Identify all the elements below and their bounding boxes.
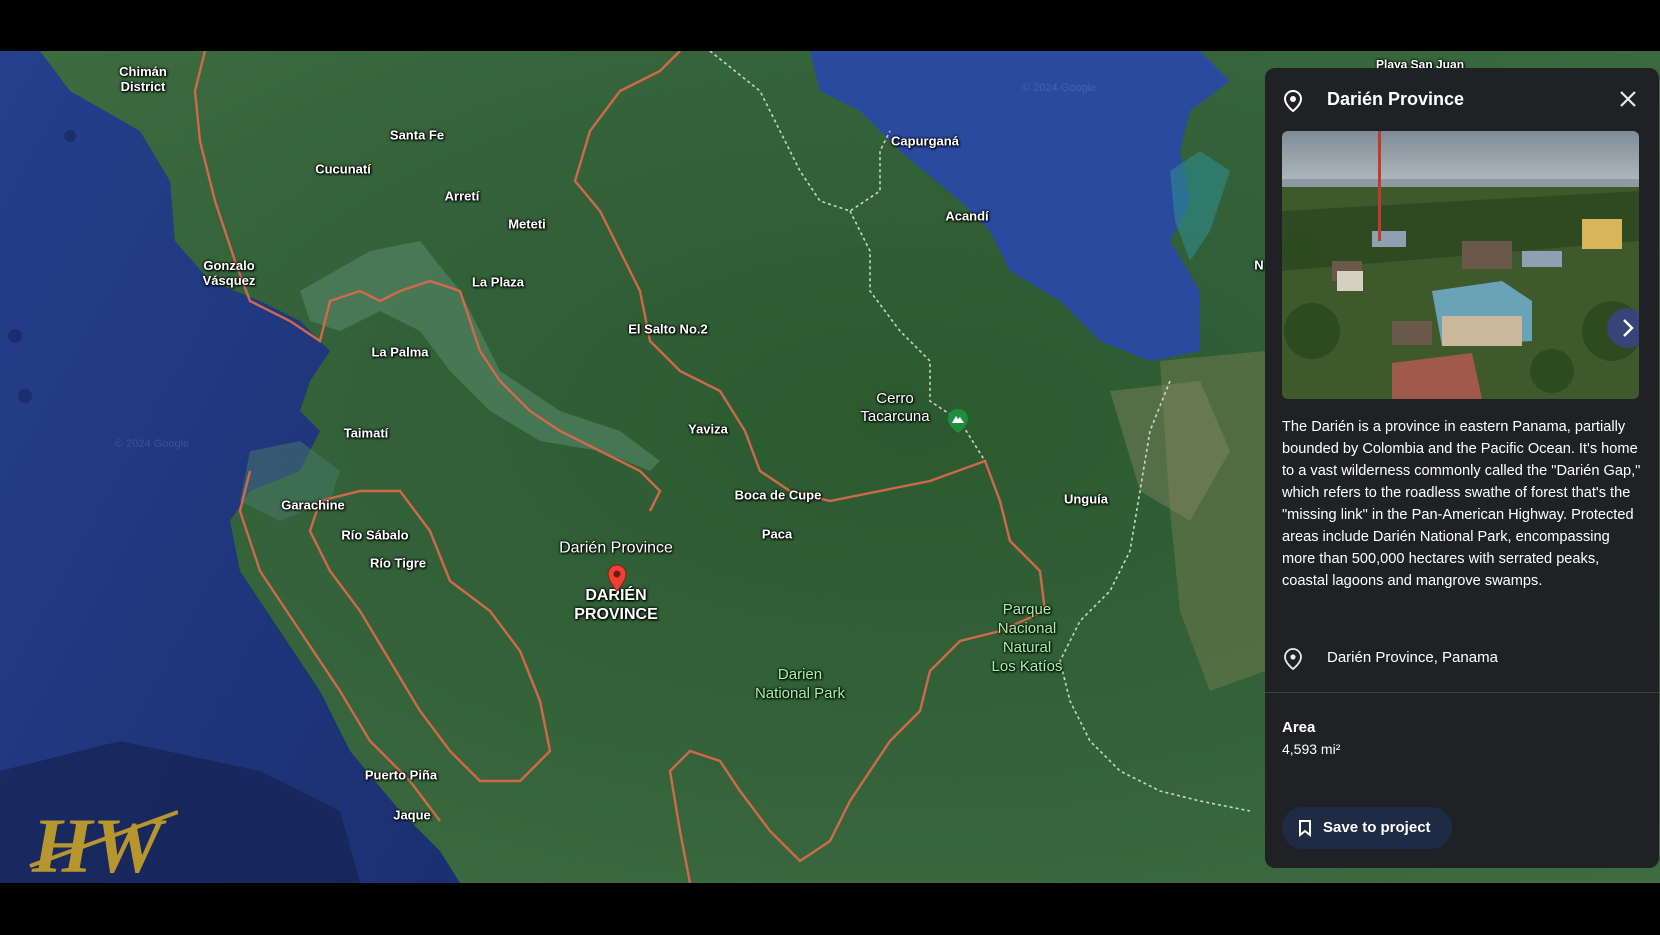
label-chiman-district: Chimán District — [119, 64, 167, 94]
panel-title: Darién Province — [1327, 89, 1465, 109]
area-value: 4,593 mi² — [1282, 741, 1341, 757]
place-location[interactable]: Darién Province, Panama — [1327, 649, 1498, 666]
label-cucunati: Cucunatí — [315, 161, 371, 177]
label-yaviza: Yaviza — [688, 421, 728, 437]
label-darien-province: Darién Province — [559, 539, 673, 557]
next-photo-button[interactable] — [1607, 308, 1639, 348]
photo-image — [1282, 131, 1639, 399]
place-info-panel: Darién Province The Darién is a province… — [1265, 68, 1659, 868]
label-santa-fe: Santa Fe — [389, 127, 445, 143]
hw-logo: HW — [29, 806, 178, 878]
close-icon[interactable] — [1617, 88, 1639, 110]
save-to-project-label: Save to project — [1323, 819, 1431, 836]
label-darien-national-park: Darien National Park — [754, 666, 846, 702]
label-la-palma: La Palma — [371, 344, 429, 360]
label-el-salto: El Salto No.2 — [628, 321, 708, 337]
chevron-right-icon — [1623, 319, 1634, 337]
mountain-peak-icon[interactable] — [947, 408, 969, 434]
label-acandi: Acandí — [945, 208, 989, 224]
label-boca-de-cupe: Boca de Cupe — [734, 487, 822, 503]
label-los-katios: Parque Nacional Natural Los Katíos — [991, 601, 1063, 675]
label-paca: Paca — [761, 526, 793, 542]
label-rio-tigre: Río Tigre — [369, 555, 427, 571]
label-taimati: Taimatí — [343, 425, 389, 441]
bookmark-icon — [1299, 820, 1311, 837]
label-puerto-pina: Puerto Piña — [364, 767, 438, 783]
label-cerro-tacarcuna: Cerro Tacarcuna — [860, 390, 930, 425]
area-label: Area — [1282, 719, 1316, 736]
location-pin-icon — [1283, 89, 1303, 113]
label-unguia: Unguía — [1063, 491, 1109, 507]
save-to-project-button[interactable]: Save to project — [1282, 807, 1452, 849]
place-description: The Darién is a province in eastern Pana… — [1282, 419, 1641, 589]
map-watermark: © 2024 Google — [1022, 82, 1097, 94]
label-jaque: Jaque — [393, 807, 431, 823]
panel-header: Darién Province — [1265, 68, 1659, 128]
label-capurgana: Capurganá — [891, 133, 959, 149]
label-la-plaza: La Plaza — [471, 274, 525, 290]
label-gonzalo-vasquez: Gonzalo Vásquez — [202, 258, 256, 288]
panel-divider — [1265, 692, 1659, 693]
map-watermark-2: © 2024 Google — [115, 438, 190, 450]
label-rio-sabalo: Río Sábalo — [341, 527, 409, 543]
label-arreti: Arretí — [444, 188, 480, 204]
place-photo[interactable] — [1282, 131, 1639, 399]
location-marker-icon[interactable] — [607, 564, 627, 592]
label-meteti: Meteti — [508, 216, 546, 232]
location-pin-icon — [1284, 648, 1302, 671]
label-edge-n: N — [1254, 257, 1264, 273]
label-garachine: Garachine — [281, 497, 345, 513]
